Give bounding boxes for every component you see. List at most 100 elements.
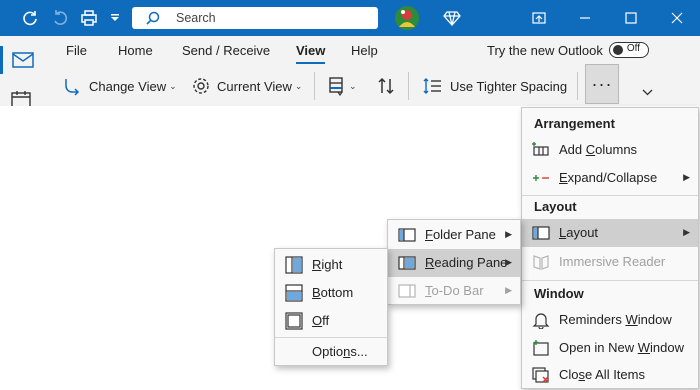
view-overflow-menu: Arrangement Add Columns Expand/Collapse … <box>521 107 699 389</box>
new-window-icon <box>532 339 550 357</box>
customize-qat-icon[interactable] <box>106 6 124 30</box>
ribbon: File Home Send / Receive View Help Try t… <box>46 36 700 106</box>
tighter-spacing-label: Use Tighter Spacing <box>450 78 568 94</box>
reading-pane-item[interactable]: Reading Pane ▶ <box>388 249 520 277</box>
sort-arrows-icon <box>376 76 396 96</box>
tighter-spacing-button[interactable]: Use Tighter Spacing <box>422 72 567 100</box>
close-icon[interactable] <box>654 0 700 36</box>
try-new-outlook-toggle[interactable]: Off <box>608 42 649 58</box>
change-view-label: Change View <box>89 78 167 94</box>
expand-collapse-item[interactable]: Expand/Collapse ▶ <box>522 164 698 192</box>
chevron-down-icon: ⌄ <box>294 80 303 91</box>
reminders-window-item[interactable]: Reminders Window <box>522 306 698 334</box>
folder-pane-item[interactable]: Folder Pane ▶ <box>388 221 520 249</box>
window-header: Window <box>534 286 584 301</box>
undo-icon[interactable] <box>48 6 72 30</box>
layout-item[interactable]: Layout ▶ <box>522 219 698 247</box>
try-new-outlook[interactable]: Try the new Outlook Off <box>487 42 649 58</box>
change-view-button[interactable]: Change View ⌄ <box>62 72 177 100</box>
submenu-arrow-icon: ▶ <box>683 172 690 182</box>
add-columns-label: Add Columns <box>559 142 638 157</box>
reading-pane-off-item[interactable]: Off <box>275 307 387 335</box>
layout-submenu: Folder Pane ▶ Reading Pane ▶ To-Do Bar ▶ <box>387 219 521 305</box>
try-new-outlook-label: Try the new Outlook <box>487 42 603 58</box>
open-new-window-item[interactable]: Open in New Window <box>522 334 698 362</box>
chevron-down-icon: ⌄ <box>169 80 177 91</box>
ribbon-separator <box>408 72 409 100</box>
submenu-arrow-icon: ▶ <box>683 227 690 237</box>
title-bar: Search <box>0 0 700 36</box>
ribbon-display-icon[interactable] <box>516 0 562 36</box>
todo-bar-label: To-Do Bar <box>425 283 484 298</box>
bell-icon <box>532 311 550 330</box>
arrangement-header: Arrangement <box>534 116 615 131</box>
reading-pane-right-item[interactable]: Right <box>275 251 387 279</box>
minimize-icon[interactable] <box>562 0 608 36</box>
close-all-icon <box>532 366 550 384</box>
current-view-label: Current View <box>217 78 292 94</box>
reading-pane-label: Reading Pane <box>425 255 508 270</box>
immersive-reader-label: Immersive Reader <box>559 254 666 269</box>
search-box[interactable]: Search <box>132 7 378 29</box>
todo-bar-item[interactable]: To-Do Bar ▶ <box>388 277 520 305</box>
submenu-arrow-icon: ▶ <box>505 229 512 239</box>
toggle-state-label: Off <box>626 43 641 54</box>
chevron-down-icon: ⌄ <box>349 80 357 91</box>
menu-divider <box>522 195 698 196</box>
reading-pane-off-icon <box>285 312 303 330</box>
maximize-icon[interactable] <box>608 0 654 36</box>
collapse-ribbon-icon[interactable] <box>642 88 653 99</box>
layout-icon <box>532 224 550 242</box>
reading-pane-right-icon <box>285 256 303 274</box>
arrange-by-button[interactable]: ⌄ <box>328 72 357 100</box>
search-label: Search <box>176 11 216 25</box>
tab-file[interactable]: File <box>66 43 87 58</box>
folder-pane-label: Folder Pane <box>425 227 496 242</box>
more-options-button[interactable]: ··· <box>585 64 619 104</box>
tab-view[interactable]: View <box>296 43 326 64</box>
immersive-reader-icon <box>532 253 550 271</box>
folder-pane-icon <box>398 226 416 244</box>
nav-rail <box>0 36 46 106</box>
close-all-items-label: Close All Items <box>559 367 645 382</box>
reverse-sort-button[interactable] <box>376 72 396 100</box>
reminders-window-label: Reminders Window <box>559 312 672 327</box>
ribbon-separator <box>577 72 578 100</box>
mail-icon[interactable] <box>0 42 42 78</box>
immersive-reader-item[interactable]: Immersive Reader <box>522 248 698 276</box>
premium-diamond-icon[interactable] <box>440 6 464 30</box>
reading-pane-off-label: Off <box>312 313 330 328</box>
reading-pane-right-label: Right <box>312 257 343 272</box>
layout-label: Layout <box>559 225 599 240</box>
reading-pane-bottom-item[interactable]: Bottom <box>275 279 387 307</box>
todo-bar-icon <box>398 282 416 300</box>
toggle-knob <box>612 45 623 55</box>
current-view-button[interactable]: Current View ⌄ <box>192 72 302 100</box>
arrange-icon <box>328 76 346 96</box>
tab-home[interactable]: Home <box>118 43 153 58</box>
close-all-items-item[interactable]: Close All Items <box>522 361 698 389</box>
print-icon[interactable] <box>77 6 101 30</box>
reading-pane-bottom-icon <box>285 284 303 302</box>
avatar[interactable] <box>394 5 420 31</box>
reading-pane-icon <box>398 254 416 272</box>
reading-pane-options-item[interactable]: Options... <box>275 338 387 366</box>
reading-pane-options-label: Options... <box>312 344 368 359</box>
tab-help[interactable]: Help <box>351 43 378 58</box>
expand-collapse-label: Expand/Collapse <box>559 170 658 185</box>
submenu-arrow-icon: ▶ <box>505 257 512 267</box>
gear-icon <box>192 77 210 95</box>
add-columns-icon <box>532 141 550 159</box>
ribbon-separator <box>314 72 315 100</box>
expand-collapse-icon <box>532 169 550 187</box>
change-view-icon <box>62 76 82 96</box>
tab-send-receive[interactable]: Send / Receive <box>182 43 270 58</box>
sync-icon[interactable] <box>18 6 42 30</box>
open-new-window-label: Open in New Window <box>559 340 685 355</box>
search-icon <box>146 11 160 25</box>
calendar-icon[interactable] <box>10 90 34 106</box>
submenu-arrow-icon: ▶ <box>505 285 512 295</box>
reading-pane-submenu: Right Bottom Off Options... <box>274 248 388 366</box>
add-columns-item[interactable]: Add Columns <box>522 136 698 164</box>
layout-header: Layout <box>534 199 577 214</box>
